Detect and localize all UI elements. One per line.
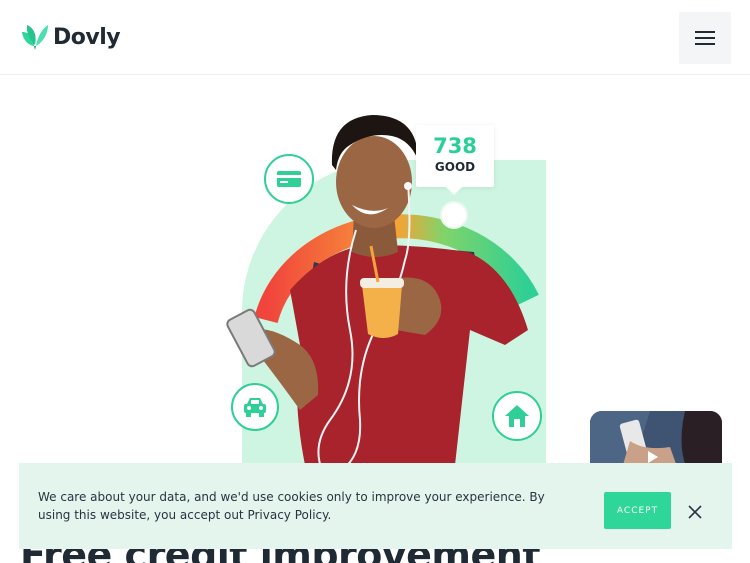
credit-score-card: 738 GOOD xyxy=(416,125,494,195)
drink-cup xyxy=(362,285,402,338)
cookie-consent-banner: We care about your data, and we'd use co… xyxy=(19,463,732,549)
gauge-indicator xyxy=(440,201,468,229)
credit-score-value: 738 xyxy=(433,134,477,158)
page: Dovly 738 GOOD We care about your data, … xyxy=(0,0,750,563)
credit-score-label: GOOD xyxy=(434,160,476,174)
cookie-message: We care about your data, and we'd use co… xyxy=(38,490,545,522)
car-badge xyxy=(231,383,279,431)
close-icon[interactable] xyxy=(686,503,704,521)
credit-card-badge xyxy=(264,154,314,204)
person-head xyxy=(336,136,412,228)
credit-card-icon xyxy=(277,171,301,187)
home-badge xyxy=(492,391,542,441)
accept-cookies-button[interactable]: ACCEPT xyxy=(604,492,671,529)
car-icon xyxy=(244,398,266,417)
home-icon xyxy=(505,405,529,427)
